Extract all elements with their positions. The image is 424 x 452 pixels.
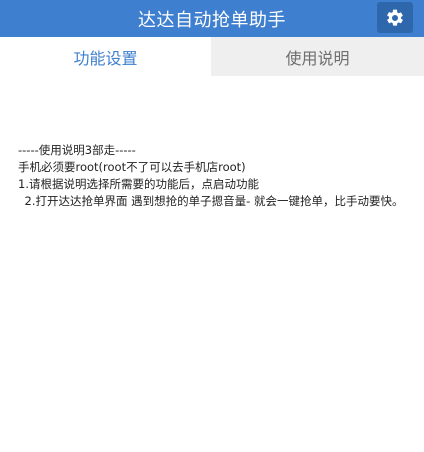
instruction-line: 2.打开达达抢单界面 遇到想抢的单子摁音量- 就会一键抢单，比手动要快。 <box>24 194 404 208</box>
app-window: 达达自动抢单助手 功能设置 使用说明 -----使用说明3部走----- 手机必… <box>0 0 424 452</box>
instruction-line: 手机必须要root(root不了可以去手机店root) <box>18 160 246 174</box>
tab-function-settings[interactable]: 功能设置 <box>0 37 211 76</box>
tab-bar: 功能设置 使用说明 <box>0 37 424 76</box>
instructions-panel: -----使用说明3部走----- 手机必须要root(root不了可以去手机店… <box>18 142 410 210</box>
title-bar: 达达自动抢单助手 <box>0 0 424 37</box>
tab-label: 使用说明 <box>285 48 350 68</box>
tab-instructions[interactable]: 使用说明 <box>211 37 424 76</box>
app-title: 达达自动抢单助手 <box>138 9 286 31</box>
tab-label: 功能设置 <box>73 48 138 68</box>
instruction-line: 1.请根据说明选择所需要的功能后，点启动功能 <box>18 177 259 191</box>
gear-icon <box>387 9 403 26</box>
instructions-heading: -----使用说明3部走----- <box>18 143 136 157</box>
settings-button[interactable] <box>377 2 413 33</box>
